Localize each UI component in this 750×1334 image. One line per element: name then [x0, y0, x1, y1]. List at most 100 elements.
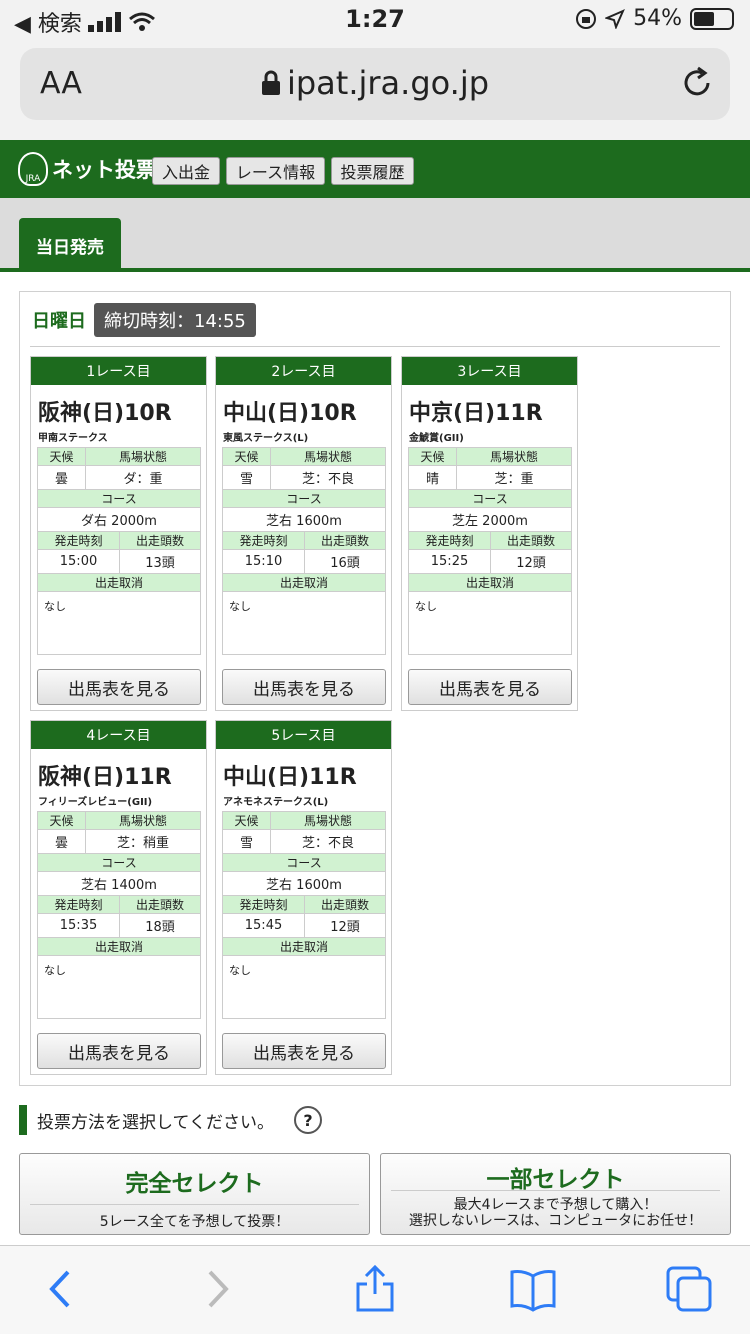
weather-header: 天候 [223, 448, 271, 466]
deposit-button[interactable]: 入出金 [152, 157, 220, 185]
course-header: コース [38, 854, 200, 872]
runners-value: 16頭 [305, 550, 385, 574]
tab-bar: 当日発売 [0, 198, 750, 272]
weather-value: 晴 [409, 466, 457, 490]
battery-icon [690, 7, 734, 30]
weather-value: 曇 [38, 830, 86, 854]
weather-header: 天候 [223, 812, 271, 830]
view-entries-button[interactable]: 出馬表を見る [222, 1033, 386, 1069]
race-card: 2レース目中山(日)10R 東風ステークス(L) 天候 馬場状態雪芝：不良 コース 芝右 … [215, 356, 392, 711]
course-header: コース [38, 490, 200, 508]
race-info-button[interactable]: レース情報 [226, 157, 325, 185]
post-time-value: 15:45 [223, 914, 305, 938]
runners-header: 出走頭数 [491, 532, 571, 550]
race-info-table: 天候 馬場状態曇芝：稍重 コース 芝右 1400m 発走時刻 出走頭数 15:35 18頭 出走… [37, 811, 201, 1019]
course-value: ダ右 2000m [38, 508, 200, 532]
view-entries-button[interactable]: 出馬表を見る [222, 669, 386, 705]
partial-select-button[interactable]: 一部セレクト 最大4レースまで予想して購入！ 選択しないレースは、コンピュータに… [380, 1153, 731, 1235]
guide-text: 投票方法を選択してください。 [37, 1112, 274, 1133]
scratch-header: 出走取消 [223, 938, 385, 956]
rotation-lock-icon [576, 8, 597, 29]
weather-header: 天候 [38, 448, 86, 466]
weather-header: 天候 [409, 448, 457, 466]
post-time-value: 15:35 [38, 914, 120, 938]
browser-bottom-bar [0, 1245, 750, 1334]
race-card: 5レース目 中山(日)11R アネモネステークス(L) 天候 馬場状態雪芝：不良 コース芝… [215, 720, 392, 1075]
full-select-desc: 5レース全てを予想して投票！ [30, 1204, 359, 1231]
post-time-header: 発走時刻 [38, 532, 120, 550]
day-label: 日曜日 [32, 311, 86, 332]
url-display[interactable]: ipat.jra.go.jp [20, 64, 730, 102]
history-button[interactable]: 投票履歴 [331, 157, 414, 185]
runners-value: 13頭 [120, 550, 200, 574]
runners-header: 出走頭数 [120, 532, 200, 550]
scratch-value: なし [229, 600, 251, 613]
location-icon [605, 8, 626, 29]
post-time-header: 発走時刻 [223, 896, 305, 914]
track-value: ダ：重 [86, 466, 200, 490]
weather-value: 曇 [38, 466, 86, 490]
race-number: 1レース目 [31, 357, 206, 385]
race-info-table: 天候 馬場状態曇ダ：重 コース ダ右 2000m 発走時刻 出走頭数 15:00 13頭 出走取… [37, 447, 201, 655]
help-icon[interactable]: ? [293, 1106, 322, 1134]
track-header: 馬場状態 [457, 448, 571, 466]
race-number: 5レース目 [216, 721, 391, 749]
race-name: 甲南ステークス [38, 433, 108, 444]
full-select-title: 完全セレクト [125, 1171, 264, 1197]
reload-icon[interactable] [680, 66, 714, 100]
race-name: アネモネステークス(L) [223, 797, 329, 808]
races-panel: 日曜日 締切時刻：14:55 1レース目 阪神(日)10R 甲南ステークス 天候 馬場状… [19, 291, 731, 1086]
forward-icon[interactable] [192, 1264, 242, 1314]
race-card: 4レース目阪神(日)11R フィリーズレビュー(GII) 天候 馬場状態曇芝：稍重 コー… [30, 720, 207, 1075]
race-venue: 阪神(日)11R [38, 765, 172, 790]
bookmarks-icon[interactable] [508, 1264, 558, 1314]
share-icon[interactable] [350, 1264, 400, 1314]
race-info-table: 天候 馬場状態雪芝：不良 コース 芝右 1600m 発走時刻 出走頭数 15:45 12頭 出走… [222, 811, 386, 1019]
race-number: 3レース目 [402, 357, 577, 385]
course-header: コース [409, 490, 571, 508]
scratch-value: なし [415, 600, 437, 613]
course-value: 芝右 1600m [223, 508, 385, 532]
weather-header: 天候 [38, 812, 86, 830]
full-select-button[interactable]: 完全セレクト 5レース全てを予想して投票！ [19, 1153, 370, 1235]
scratch-header: 出走取消 [38, 574, 200, 592]
track-header: 馬場状態 [271, 448, 385, 466]
scratch-header: 出走取消 [38, 938, 200, 956]
scratch-value: なし [44, 964, 66, 977]
runners-header: 出走頭数 [305, 896, 385, 914]
address-bar[interactable]: AA ipat.jra.go.jp [20, 48, 730, 120]
track-value: 芝：不良 [271, 830, 385, 854]
course-value: 芝右 1600m [223, 872, 385, 896]
post-time-header: 発走時刻 [38, 896, 120, 914]
tab-today[interactable]: 当日発売 [19, 218, 121, 272]
site-header: JRA ネット投票 入出金 レース情報 投票履歴 [0, 140, 750, 198]
race-venue: 阪神(日)10R [38, 401, 172, 426]
race-name: 金鯱賞(GII) [409, 433, 464, 444]
view-entries-button[interactable]: 出馬表を見る [37, 1033, 201, 1069]
weather-value: 雪 [223, 466, 271, 490]
scratch-header: 出走取消 [409, 574, 571, 592]
back-icon[interactable] [36, 1264, 86, 1314]
status-bar: ◀ 検索 1:27 54% [0, 0, 750, 40]
battery-percent: 54% [633, 6, 682, 31]
race-name: フィリーズレビュー(GII) [38, 797, 153, 808]
course-header: コース [223, 490, 385, 508]
course-value: 芝右 1400m [38, 872, 200, 896]
race-number: 2レース目 [216, 357, 391, 385]
track-header: 馬場状態 [271, 812, 385, 830]
race-number: 4レース目 [31, 721, 206, 749]
race-venue: 中京(日)11R [409, 401, 543, 426]
race-venue: 中山(日)10R [223, 401, 357, 426]
race-name: 東風ステークス(L) [223, 433, 309, 444]
jra-logo[interactable]: JRA ネット投票 [18, 152, 157, 186]
view-entries-button[interactable]: 出馬表を見る [408, 669, 572, 705]
runners-value: 18頭 [120, 914, 200, 938]
deadline-badge: 締切時刻：14:55 [94, 303, 256, 337]
tabs-icon[interactable] [664, 1264, 714, 1314]
race-card: 3レース目 中京(日)11R 金鯱賞(GII) 天候 馬場状態晴芝：重 コース 芝左 200… [401, 356, 578, 711]
weather-value: 雪 [223, 830, 271, 854]
url-text: ipat.jra.go.jp [286, 64, 490, 102]
view-entries-button[interactable]: 出馬表を見る [37, 669, 201, 705]
race-info-table: 天候 馬場状態雪芝：不良 コース 芝右 1600m 発走時刻 出走頭数 15:10 16頭 出走… [222, 447, 386, 655]
scratch-value: なし [229, 964, 251, 977]
